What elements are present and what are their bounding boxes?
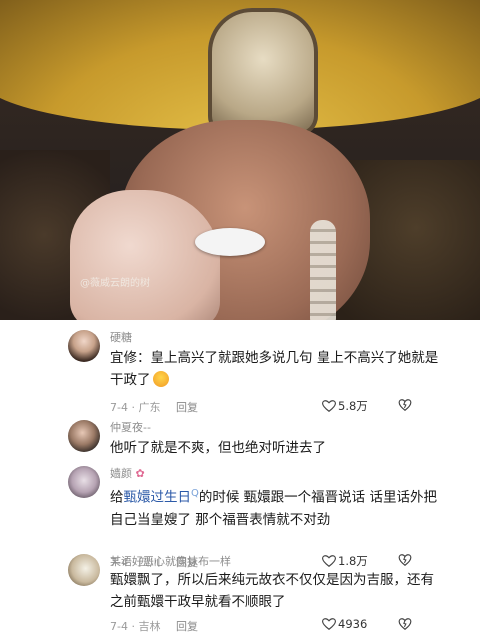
dislike-icon[interactable] (398, 553, 412, 567)
reply-button[interactable]: 回复 (176, 620, 198, 633)
comment-meta: 7-4 · 吉林 回复 (110, 620, 198, 633)
reply-button[interactable]: 回复 (176, 401, 198, 414)
heart-icon (322, 618, 336, 630)
dislike-icon[interactable] (398, 617, 412, 631)
comment-text: 他听了就是不爽，但也绝对听进去了 (110, 440, 326, 456)
comment-username[interactable]: 某语好恶心就像抹布一样 (110, 553, 231, 569)
comment-location: 广东 (138, 401, 161, 414)
comment-text: 给甄嬛过生日Q的时候 甄嬛跟一个福晋说话 话里话外把自己当皇嫂了 那个福晋表情就… (110, 483, 440, 531)
like-button[interactable]: 1.8万 (322, 553, 368, 569)
comment-location: 吉林 (138, 620, 161, 633)
comment-username-text: 嫱颜 (110, 467, 132, 480)
comment-list: 硬糖 宜修：皇上高兴了就跟她多说几句 皇上不高兴了她就是干政了 7-4 · 广东… (0, 320, 480, 640)
comment-meta: 7-4 · 广东 回复 (110, 401, 198, 414)
comment-date: 7-4 (110, 401, 128, 414)
flower-icon: ✿ (135, 467, 145, 480)
search-icon: Q (191, 488, 199, 499)
avatar-woman-icon[interactable] (68, 420, 100, 452)
comment-text: 宜修：皇上高兴了就跟她多说几句 皇上不高兴了她就是干政了 (110, 347, 440, 391)
avatar-cat-icon[interactable] (68, 466, 100, 498)
video-watermark: @薇威云朗的树 (80, 278, 150, 289)
comment-date: 7-4 (110, 620, 128, 633)
like-button[interactable]: 5.8万 (322, 398, 368, 414)
spoon-illustration (195, 228, 265, 256)
heart-icon (322, 555, 336, 567)
comment-username[interactable]: 仲夏夜-- (110, 419, 151, 435)
hat-badge-illustration (208, 8, 318, 136)
pearl-necklace-illustration (310, 220, 336, 320)
comment-username[interactable]: 嫱颜 ✿ (110, 465, 145, 481)
comment-text: 甄嬛飘了，所以后来纯元故衣不仅仅是因为吉服，还有之前甄嬛干政早就看不顺眼了 (110, 572, 434, 610)
avatar-girl-icon[interactable] (68, 330, 100, 362)
avatar-cat-icon[interactable] (68, 554, 100, 586)
comment-username[interactable]: 硬糖 (110, 329, 132, 345)
like-count: 1.8万 (338, 554, 368, 568)
topic-link[interactable]: 甄嬛过生日 (124, 490, 192, 506)
like-count: 5.8万 (338, 399, 368, 413)
sweat-smile-emoji-icon (152, 371, 169, 387)
dislike-icon[interactable] (398, 398, 412, 412)
hand-illustration (70, 190, 220, 320)
heart-icon (322, 400, 336, 412)
like-button[interactable]: 4936 (322, 617, 367, 631)
like-count: 4936 (338, 617, 368, 631)
comment-text-prefix: 给 (110, 489, 124, 506)
video-frame[interactable]: @薇威云朗的树 (0, 0, 480, 320)
